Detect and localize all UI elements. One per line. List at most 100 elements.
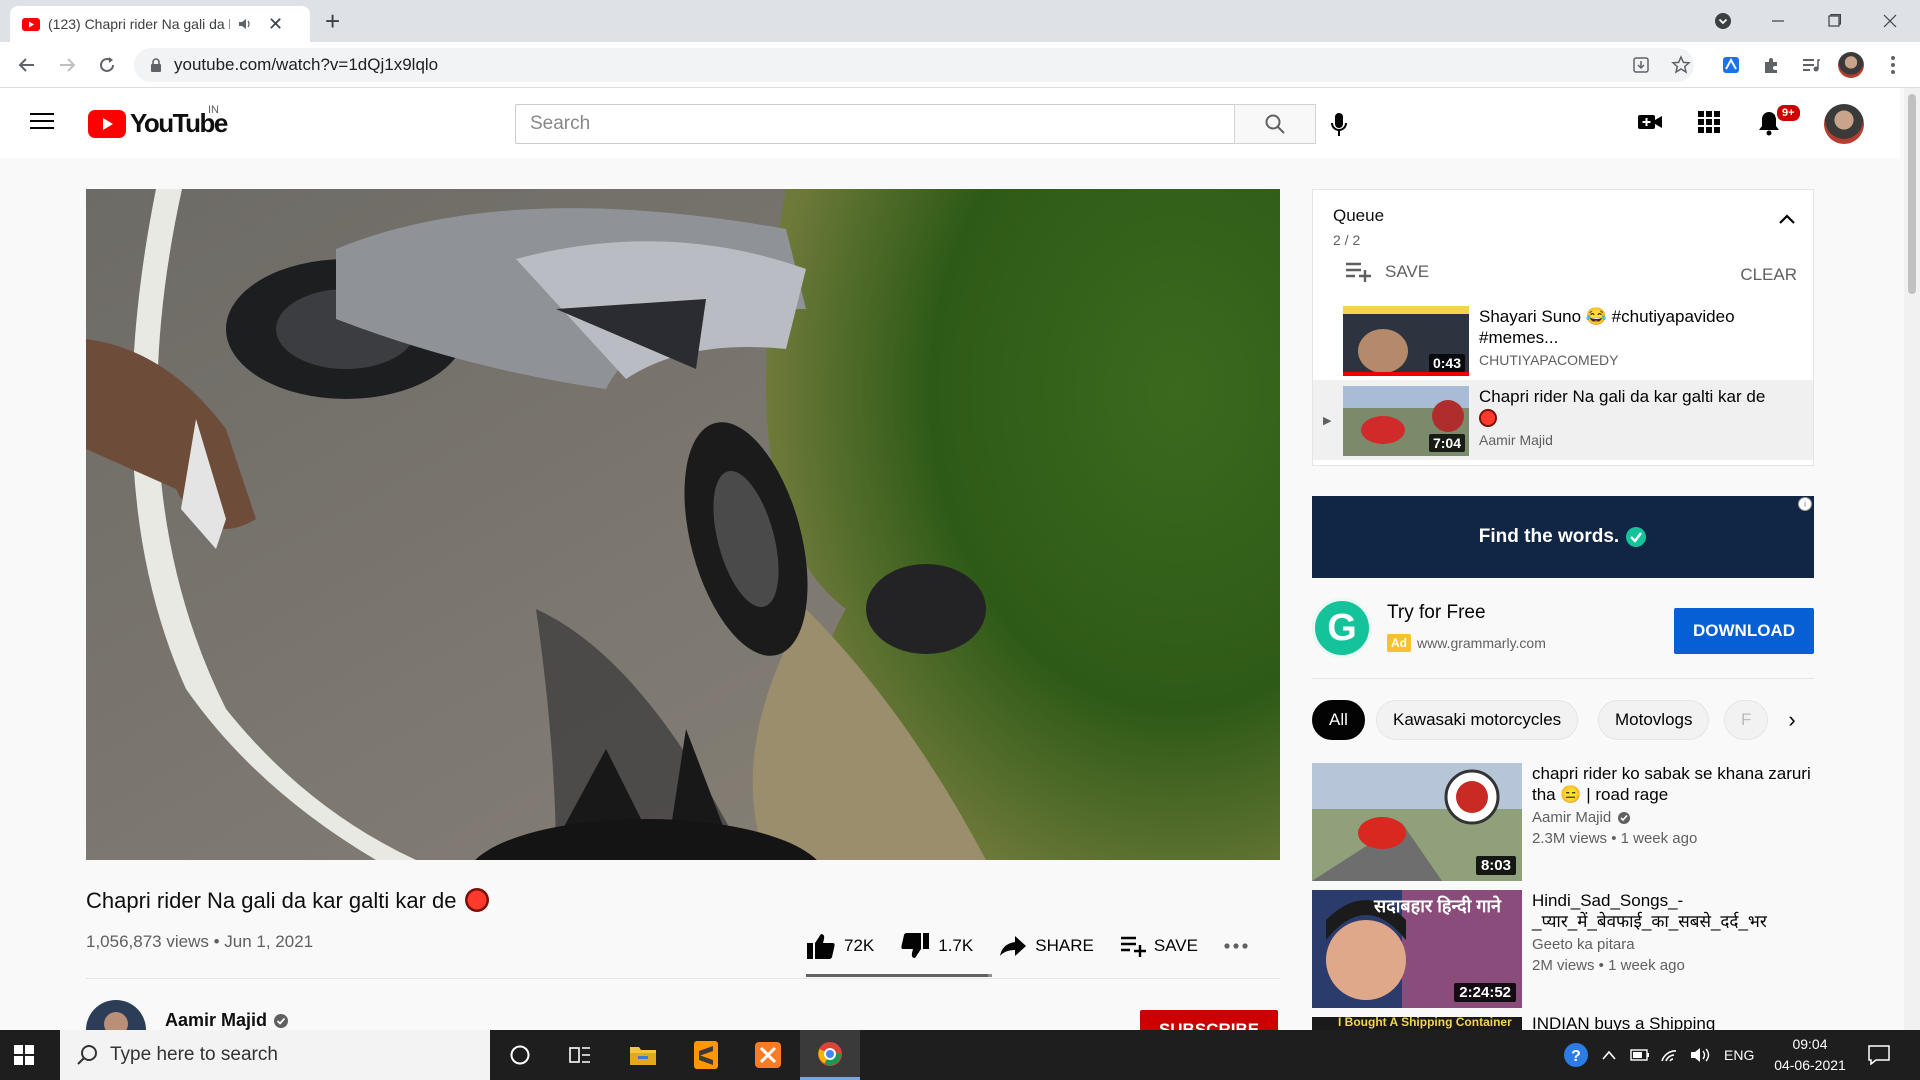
taskbar-clock[interactable]: 09:04 04-06-2021 — [1760, 1034, 1860, 1076]
tab-close-button[interactable]: ✕ — [268, 14, 283, 35]
recommendation-item[interactable]: सदाबहार हिन्दी गाने 2:24:52 Hindi_Sad_So… — [1312, 890, 1814, 1008]
chrome-menu-icon[interactable] — [1880, 52, 1906, 78]
forward-icon[interactable] — [52, 50, 82, 80]
chevron-right-icon[interactable]: › — [1772, 700, 1812, 740]
save-to-playlist-button[interactable]: SAVE — [1120, 935, 1198, 957]
ad-details[interactable]: G Try for Free Ad www.grammarly.com DOWN… — [1312, 596, 1814, 662]
queue-thumbnail: 7:04 — [1343, 386, 1469, 456]
recommendation-title: chapri rider ko sabak se khana zaruri th… — [1532, 764, 1811, 804]
taskbar-search[interactable]: Type here to search — [60, 1030, 490, 1080]
recommendation-channel: Aamir Majid — [1532, 809, 1814, 826]
xampp-icon[interactable] — [738, 1030, 798, 1080]
recommendation-channel: Geeto ka pitara — [1532, 936, 1814, 953]
chip-motovlogs[interactable]: Motovlogs — [1598, 700, 1710, 740]
video-title-text: Chapri rider Na gali da kar galti kar de — [86, 888, 457, 913]
angry-emoji-icon — [1479, 409, 1497, 427]
youtube-masthead: YouTube IN Search 9+ — [0, 88, 1900, 158]
thumbnail-caption: सदाबहार हिन्दी गाने — [1374, 896, 1502, 916]
extension-icon[interactable] — [1718, 52, 1744, 78]
recommendation-channel-name: Geeto ka pitara — [1532, 936, 1635, 953]
file-explorer-icon[interactable] — [613, 1030, 673, 1080]
chrome-taskbar-icon[interactable] — [800, 1030, 860, 1080]
queue-item-channel: CHUTIYAPACOMEDY — [1479, 352, 1619, 368]
like-button[interactable]: 72K — [806, 932, 874, 960]
duration-label: 0:43 — [1428, 354, 1465, 372]
queue-thumbnail: 0:43 — [1343, 306, 1469, 376]
voice-search-mic-icon[interactable] — [1330, 112, 1348, 138]
search-button[interactable] — [1234, 104, 1316, 144]
hamburger-menu-icon[interactable] — [30, 112, 54, 130]
video-player[interactable] — [86, 189, 1280, 860]
account-avatar[interactable] — [1824, 104, 1864, 144]
search-input[interactable]: Search — [515, 104, 1235, 144]
ad-banner[interactable]: Find the words. — [1312, 496, 1814, 578]
language-indicator[interactable]: ENG — [1724, 1030, 1754, 1080]
queue-item-title: Chapri rider Na gali da kar galti kar de — [1479, 386, 1801, 428]
svg-text:?: ? — [1571, 1048, 1581, 1065]
recommendation-item[interactable]: 8:03 chapri rider ko sabak se khana zaru… — [1312, 763, 1814, 881]
close-window-button[interactable] — [1862, 0, 1918, 42]
ad-title: Try for Free — [1387, 602, 1486, 623]
queue-clear-button[interactable]: CLEAR — [1740, 265, 1797, 285]
profile-avatar-icon[interactable] — [1838, 52, 1864, 78]
media-control-icon[interactable] — [1798, 52, 1824, 78]
ad-badge: Ad — [1387, 634, 1411, 652]
recommendation-item[interactable]: I Bought A Shipping Container INDIAN buy… — [1312, 1017, 1814, 1030]
bookmark-star-icon[interactable] — [1668, 52, 1694, 78]
tray-chevron-up-icon[interactable] — [1602, 1030, 1616, 1080]
queue-save-button[interactable]: SAVE — [1345, 262, 1429, 282]
volume-icon[interactable] — [1690, 1030, 1712, 1080]
action-center-icon[interactable] — [1868, 1030, 1890, 1080]
wifi-icon[interactable] — [1660, 1030, 1680, 1080]
queue-item-now-playing[interactable]: ▶ 7:04 Chapri rider Na gali da kar galti… — [1313, 380, 1813, 460]
video-actions: 72K 1.7K SHARE SAVE — [806, 928, 1274, 964]
queue-item[interactable]: 0:43 Shayari Suno 😂 #chutiyapavideo #mem… — [1313, 300, 1813, 380]
duration-label: 7:04 — [1428, 434, 1465, 452]
youtube-logo[interactable]: YouTube IN — [88, 104, 228, 139]
reload-icon[interactable] — [92, 50, 122, 80]
windows-start-icon[interactable] — [14, 1045, 34, 1065]
dislike-button[interactable]: 1.7K — [900, 932, 973, 960]
page-scrollbar[interactable] — [1904, 88, 1920, 1030]
collapse-queue-icon[interactable] — [1779, 214, 1795, 224]
speaker-icon[interactable] — [238, 18, 252, 30]
new-tab-button[interactable]: + — [325, 6, 340, 36]
channel-name[interactable]: Aamir Majid — [165, 1010, 289, 1031]
address-bar[interactable]: youtube.com/watch?v=1dQj1x9lqlo — [134, 48, 1694, 82]
battery-icon[interactable] — [1630, 1030, 1650, 1080]
cortana-icon[interactable] — [490, 1030, 550, 1080]
share-button[interactable]: SHARE — [999, 934, 1094, 958]
recommendation-meta: 2.3M views • 1 week ago — [1532, 830, 1698, 847]
install-app-icon[interactable] — [1628, 52, 1654, 78]
more-horizontal-icon — [1224, 943, 1248, 949]
taskbar-search-placeholder: Type here to search — [110, 1044, 278, 1065]
tab-title: (123) Chapri rider Na gali da kar galti … — [48, 16, 230, 32]
verified-check-icon — [1618, 811, 1631, 824]
chip-all[interactable]: All — [1312, 700, 1365, 740]
chip-partial[interactable]: F — [1724, 700, 1769, 740]
tab-search-icon[interactable] — [1695, 0, 1751, 42]
apps-grid-icon[interactable] — [1697, 110, 1721, 134]
like-dislike-ratio-bar — [806, 974, 992, 977]
scrollbar-thumb[interactable] — [1908, 94, 1916, 294]
chip-kawasaki[interactable]: Kawasaki motorcycles — [1376, 700, 1579, 740]
back-icon[interactable] — [12, 50, 42, 80]
create-video-icon[interactable] — [1637, 110, 1663, 134]
maximize-button[interactable] — [1806, 0, 1862, 42]
minimize-button[interactable] — [1750, 0, 1806, 42]
search-icon — [1265, 114, 1285, 134]
check-circle-icon — [1626, 527, 1647, 547]
browser-tab[interactable]: (123) Chapri rider Na gali da kar galti … — [10, 6, 310, 42]
task-view-icon[interactable] — [550, 1030, 610, 1080]
more-actions-button[interactable] — [1224, 943, 1248, 949]
help-icon[interactable]: ? — [1562, 1030, 1590, 1080]
like-count: 72K — [844, 936, 875, 955]
playlist-add-icon — [1120, 936, 1146, 957]
like-ratio-fill — [806, 974, 988, 977]
download-button[interactable]: DOWNLOAD — [1674, 608, 1814, 654]
duration-label: 2:24:52 — [1454, 983, 1516, 1002]
sublime-text-icon[interactable] — [676, 1030, 736, 1080]
queue-item-channel: Aamir Majid — [1479, 432, 1553, 448]
puzzle-icon[interactable] — [1758, 52, 1784, 78]
ad-info-icon[interactable]: i — [1798, 497, 1812, 511]
